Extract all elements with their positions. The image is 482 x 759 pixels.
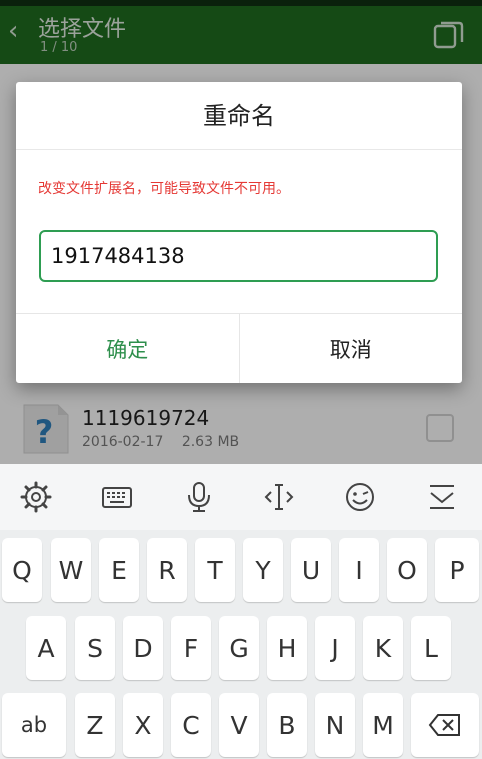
key-p[interactable]: P: [435, 538, 479, 602]
collapse-icon[interactable]: [425, 480, 459, 514]
key-n[interactable]: N: [315, 693, 355, 757]
key-i[interactable]: I: [339, 538, 379, 602]
key-a[interactable]: A: [26, 616, 66, 680]
key-g[interactable]: G: [219, 616, 259, 680]
key-d[interactable]: D: [123, 616, 163, 680]
key-j[interactable]: J: [315, 616, 355, 680]
rename-dialog: 重命名 改变文件扩展名，可能导致文件不可用。 确定 取消: [16, 82, 462, 383]
backspace-key[interactable]: [411, 693, 479, 757]
emoji-icon[interactable]: [343, 480, 377, 514]
key-r[interactable]: R: [147, 538, 187, 602]
soft-keyboard: Q W E R T Y U I O P A S D F G H J K L ab…: [0, 464, 482, 759]
backspace-icon: [428, 714, 460, 736]
key-x[interactable]: X: [123, 693, 163, 757]
filename-input[interactable]: [39, 230, 438, 282]
cursor-icon[interactable]: [262, 480, 296, 514]
dialog-title: 重命名: [16, 82, 462, 150]
keyboard-toolbar: [0, 464, 482, 530]
mic-icon[interactable]: [182, 480, 216, 514]
key-m[interactable]: M: [363, 693, 403, 757]
key-b[interactable]: B: [267, 693, 307, 757]
gear-icon[interactable]: [19, 480, 53, 514]
key-w[interactable]: W: [51, 538, 91, 602]
key-c[interactable]: C: [171, 693, 211, 757]
dialog-buttons: 确定 取消: [16, 313, 462, 383]
key-q[interactable]: Q: [2, 538, 42, 602]
key-s[interactable]: S: [75, 616, 115, 680]
key-h[interactable]: H: [267, 616, 307, 680]
key-z[interactable]: Z: [75, 693, 115, 757]
key-v[interactable]: V: [219, 693, 259, 757]
confirm-button[interactable]: 确定: [16, 314, 240, 383]
shift-ab-key[interactable]: ab: [2, 693, 66, 757]
cancel-button[interactable]: 取消: [240, 314, 463, 383]
extension-warning: 改变文件扩展名，可能导致文件不可用。: [38, 181, 290, 197]
key-t[interactable]: T: [195, 538, 235, 602]
key-l[interactable]: L: [411, 616, 451, 680]
key-y[interactable]: Y: [243, 538, 283, 602]
key-k[interactable]: K: [363, 616, 403, 680]
keyboard-icon[interactable]: [100, 480, 134, 514]
key-e[interactable]: E: [99, 538, 139, 602]
key-f[interactable]: F: [171, 616, 211, 680]
key-o[interactable]: O: [387, 538, 427, 602]
key-u[interactable]: U: [291, 538, 331, 602]
